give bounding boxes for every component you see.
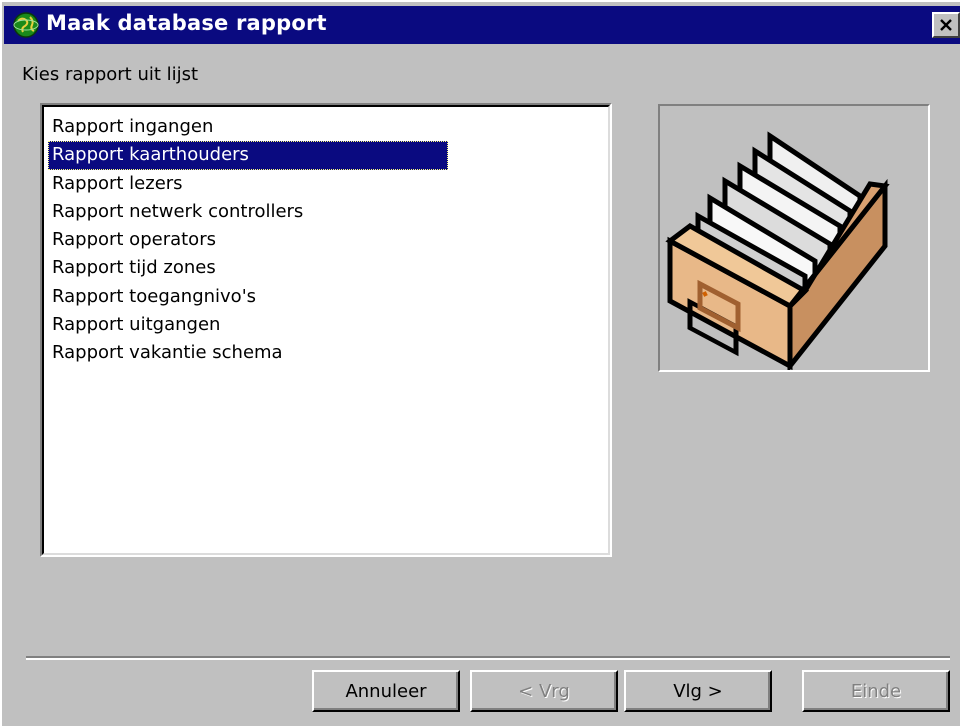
illustration-panel [658, 104, 930, 372]
title-bar: Maak database rapport [4, 6, 960, 44]
list-item[interactable]: Rapport tijd zones [48, 254, 448, 282]
list-item[interactable]: Rapport lezers [48, 170, 448, 198]
list-item[interactable]: Rapport operators [48, 226, 448, 254]
list-item[interactable]: Rapport vakantie schema [48, 339, 448, 367]
list-item[interactable]: Rapport toegangnivo's [48, 283, 448, 311]
report-listbox[interactable]: Rapport ingangen Rapport kaarthouders Rapp… [40, 103, 612, 557]
list-item[interactable]: Rapport uitgangen [48, 311, 448, 339]
list-item[interactable]: Rapport kaarthouders [48, 141, 448, 170]
report-list: Rapport ingangen Rapport kaarthouders Rapp… [42, 105, 610, 555]
previous-button[interactable]: < Vrg [470, 670, 618, 712]
list-item[interactable]: Rapport ingangen [48, 113, 448, 141]
close-icon [940, 19, 952, 31]
finish-button[interactable]: Einde [802, 670, 950, 712]
close-button[interactable] [932, 12, 960, 38]
instruction-label: Kies rapport uit lijst [22, 64, 199, 85]
globe-icon [13, 12, 39, 38]
card-file-box-icon [665, 131, 890, 370]
list-item[interactable]: Rapport netwerk controllers [48, 198, 448, 226]
report-wizard-window: Maak database rapport Kies rapport uit l… [0, 0, 960, 726]
next-button[interactable]: Vlg > [624, 670, 772, 712]
cancel-button[interactable]: Annuleer [312, 670, 460, 712]
window-title: Maak database rapport [46, 11, 327, 35]
button-separator [26, 656, 950, 660]
